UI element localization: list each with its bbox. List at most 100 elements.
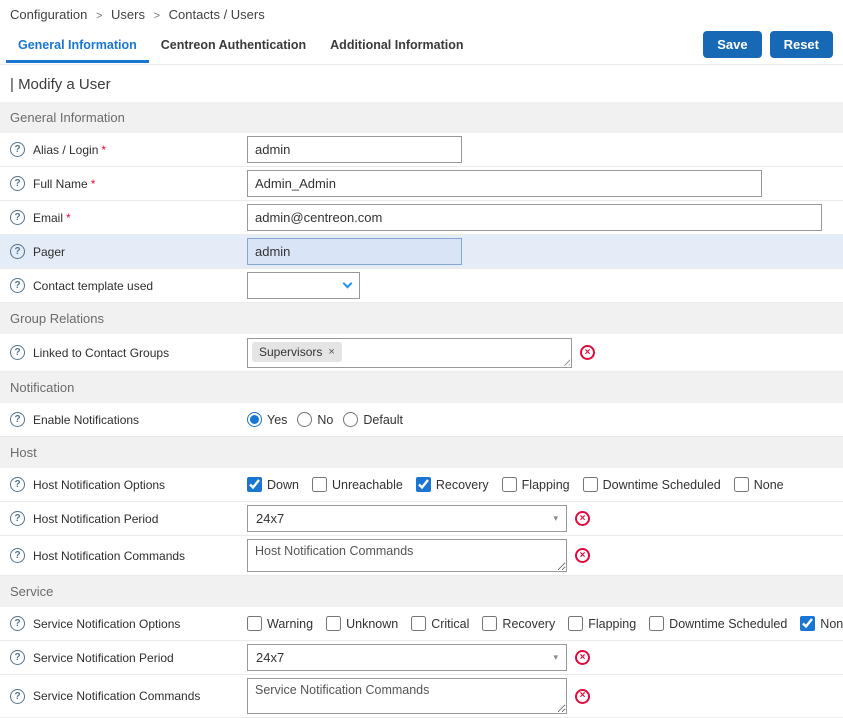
service-notification-commands-input[interactable] [247, 678, 567, 714]
contact-template-select[interactable] [247, 272, 360, 299]
help-icon[interactable]: ? [10, 412, 25, 427]
field-label: Alias / Login* [33, 143, 106, 157]
help-icon[interactable]: ? [10, 142, 25, 157]
host-notification-options-group: Down Unreachable Recovery Flapping Downt… [247, 477, 797, 492]
form-actions: Save Reset [703, 27, 837, 64]
clear-host-commands-icon[interactable]: × [575, 548, 590, 563]
checkbox-unknown[interactable] [326, 616, 341, 631]
help-icon[interactable]: ? [10, 477, 25, 492]
field-label-text: Full Name [33, 177, 88, 191]
breadcrumb-configuration[interactable]: Configuration [10, 7, 87, 22]
help-icon[interactable]: ? [10, 210, 25, 225]
checkbox-option-downtime-scheduled[interactable]: Downtime Scheduled [649, 616, 787, 631]
checkbox-recovery[interactable] [416, 477, 431, 492]
checkbox-unreachable[interactable] [312, 477, 327, 492]
checkbox-warning[interactable] [247, 616, 262, 631]
help-icon[interactable]: ? [10, 278, 25, 293]
checkbox-option-flapping[interactable]: Flapping [502, 477, 570, 492]
label-cell: ? Service Notification Period [10, 650, 247, 665]
checkbox-none[interactable] [800, 616, 815, 631]
save-button[interactable]: Save [703, 31, 761, 58]
service-notification-period-select[interactable]: 24x7 ▾ [247, 644, 567, 671]
checkbox-downtime-scheduled[interactable] [649, 616, 664, 631]
checkbox-critical[interactable] [411, 616, 426, 631]
label-cell: ? Alias / Login* [10, 142, 247, 157]
checkbox-option-warning[interactable]: Warning [247, 616, 313, 631]
help-icon[interactable]: ? [10, 345, 25, 360]
alias-login-input[interactable] [247, 136, 462, 163]
checkbox-option-unreachable[interactable]: Unreachable [312, 477, 403, 492]
checkbox-option-none[interactable]: None [800, 616, 843, 631]
host-notification-period-select[interactable]: 24x7 ▾ [247, 505, 567, 532]
radio-default[interactable] [343, 412, 358, 427]
checkbox-downtime-scheduled[interactable] [583, 477, 598, 492]
clear-service-period-icon[interactable]: × [575, 650, 590, 665]
checkbox-option-none[interactable]: None [734, 477, 784, 492]
help-icon[interactable]: ? [10, 689, 25, 704]
breadcrumb-separator: > [96, 10, 102, 22]
checkbox-flapping[interactable] [502, 477, 517, 492]
checkbox-label: None [754, 478, 784, 492]
clear-contact-groups-icon[interactable]: × [580, 345, 595, 360]
checkbox-option-downtime-scheduled[interactable]: Downtime Scheduled [583, 477, 721, 492]
tab-additional-information[interactable]: Additional Information [318, 29, 475, 63]
field-row-service-notification-period: ? Service Notification Period 24x7 ▾ × [0, 641, 843, 675]
tab-general-information[interactable]: General Information [6, 29, 149, 63]
help-icon[interactable]: ? [10, 650, 25, 665]
service-notification-options-group: Warning Unknown Critical Recovery Flappi… [247, 616, 843, 631]
checkbox-option-unknown[interactable]: Unknown [326, 616, 398, 631]
help-icon[interactable]: ? [10, 244, 25, 259]
reset-button[interactable]: Reset [770, 31, 833, 58]
field-row-enable-notifications: ? Enable Notifications Yes No Default [0, 403, 843, 437]
label-cell: ? Host Notification Period [10, 511, 247, 526]
breadcrumb-contacts-users[interactable]: Contacts / Users [169, 7, 265, 22]
remove-tag-icon[interactable]: × [328, 346, 334, 358]
checkbox-label: Recovery [502, 617, 555, 631]
radio-option-yes[interactable]: Yes [247, 412, 287, 427]
field-row-email: ? Email* [0, 201, 843, 235]
field-row-contact-groups: ? Linked to Contact Groups Supervisors ×… [0, 334, 843, 372]
email-input[interactable] [247, 204, 822, 231]
help-icon[interactable]: ? [10, 548, 25, 563]
field-row-host-notification-period: ? Host Notification Period 24x7 ▾ × [0, 502, 843, 536]
checkbox-label: Downtime Scheduled [669, 617, 787, 631]
field-row-contact-template: ? Contact template used [0, 269, 843, 303]
field-label: Service Notification Period [33, 651, 174, 665]
checkbox-option-down[interactable]: Down [247, 477, 299, 492]
clear-service-commands-icon[interactable]: × [575, 689, 590, 704]
field-row-alias: ? Alias / Login* [0, 133, 843, 167]
radio-no[interactable] [297, 412, 312, 427]
full-name-input[interactable] [247, 170, 762, 197]
resize-handle[interactable] [561, 357, 570, 366]
page-title: | Modify a User [0, 65, 843, 102]
label-cell: ? Service Notification Commands [10, 689, 247, 704]
checkbox-option-critical[interactable]: Critical [411, 616, 469, 631]
radio-option-default[interactable]: Default [343, 412, 403, 427]
checkbox-down[interactable] [247, 477, 262, 492]
checkbox-label: Critical [431, 617, 469, 631]
host-notification-commands-input[interactable] [247, 539, 567, 572]
selected-value: 24x7 [256, 650, 284, 665]
help-icon[interactable]: ? [10, 176, 25, 191]
pager-input[interactable] [247, 238, 462, 265]
help-icon[interactable]: ? [10, 511, 25, 526]
tag-label: Supervisors [259, 345, 322, 359]
label-cell: ? Host Notification Commands [10, 548, 247, 563]
checkbox-option-recovery[interactable]: Recovery [482, 616, 555, 631]
radio-option-no[interactable]: No [297, 412, 333, 427]
checkbox-option-flapping[interactable]: Flapping [568, 616, 636, 631]
help-icon[interactable]: ? [10, 616, 25, 631]
contact-groups-input[interactable]: Supervisors × [247, 338, 572, 368]
radio-yes[interactable] [247, 412, 262, 427]
breadcrumb-users[interactable]: Users [111, 7, 145, 22]
field-row-pager: ? Pager [0, 235, 843, 269]
checkbox-flapping[interactable] [568, 616, 583, 631]
tab-centreon-authentication[interactable]: Centreon Authentication [149, 29, 318, 63]
checkbox-label: Downtime Scheduled [603, 478, 721, 492]
label-cell: ? Full Name* [10, 176, 247, 191]
breadcrumb-separator: > [154, 10, 160, 22]
clear-host-period-icon[interactable]: × [575, 511, 590, 526]
checkbox-recovery[interactable] [482, 616, 497, 631]
checkbox-none[interactable] [734, 477, 749, 492]
checkbox-option-recovery[interactable]: Recovery [416, 477, 489, 492]
